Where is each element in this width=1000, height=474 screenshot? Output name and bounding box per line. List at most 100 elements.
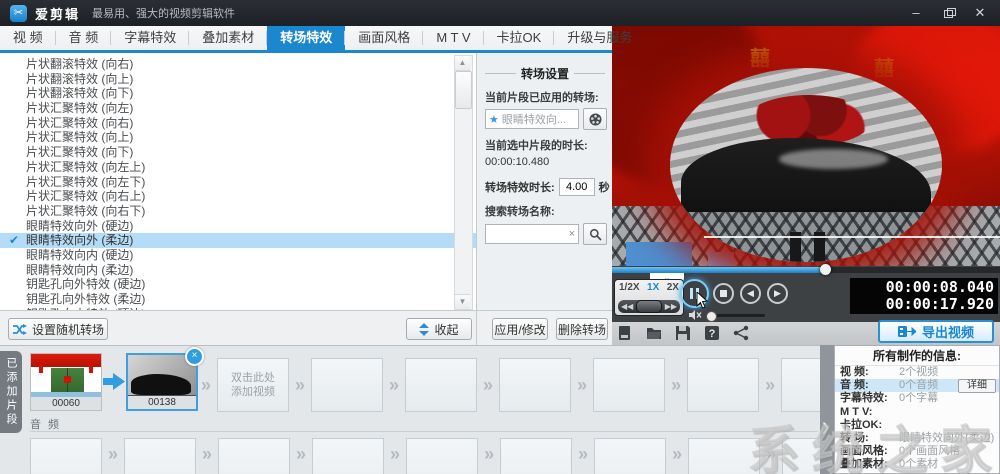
transition-list-item[interactable]: 眼睛特效向内 (柔边): [0, 263, 476, 278]
transition-list-item[interactable]: 眼睛特效向外 (柔边): [0, 233, 476, 248]
search-transition-input[interactable]: [486, 227, 578, 241]
rewind-icon[interactable]: ◀◀: [621, 302, 633, 311]
help-icon[interactable]: ?: [704, 325, 720, 341]
info-row: 叠加素材: 0个素材: [835, 458, 999, 471]
empty-video-slot[interactable]: [593, 358, 665, 412]
share-icon[interactable]: [733, 325, 749, 341]
transition-list-item[interactable]: 眼睛特效向内 (硬边): [0, 248, 476, 263]
info-row: 音 频: 0个音频 详细: [835, 379, 999, 392]
volume-slider[interactable]: [707, 314, 765, 317]
detail-button[interactable]: 详细: [958, 379, 996, 393]
menu-tab[interactable]: 叠加素材: [189, 26, 267, 50]
applied-transition-field[interactable]: ★ 眼睛特效向...: [485, 109, 579, 129]
prev-frame-button[interactable]: ◀: [740, 283, 761, 304]
chevron-separator-icon: »: [390, 444, 400, 465]
info-row: M T V:: [835, 406, 999, 419]
scrollbar-thumb[interactable]: [455, 71, 472, 109]
open-folder-icon[interactable]: [646, 325, 662, 341]
menu-tab[interactable]: 画面风格: [345, 26, 423, 50]
transition-list-item[interactable]: 片状汇聚特效 (向右): [0, 116, 476, 131]
clip-thumbnail-2-selected[interactable]: 00138 ×: [126, 353, 198, 411]
search-icon: [589, 228, 602, 241]
seek-knob[interactable]: [820, 264, 831, 275]
chevron-separator-icon: »: [671, 375, 681, 396]
close-button[interactable]: ✕: [972, 5, 988, 21]
empty-audio-slot[interactable]: [406, 438, 478, 474]
double-happiness-glyph: 囍: [874, 52, 894, 81]
new-project-icon[interactable]: [617, 325, 633, 341]
mute-icon[interactable]: [689, 310, 702, 320]
empty-video-slot[interactable]: [405, 358, 477, 412]
expand-panel-icon[interactable]: ❯: [821, 421, 830, 434]
scroll-up-icon[interactable]: ▲: [455, 56, 470, 71]
chevron-separator-icon: »: [578, 444, 588, 465]
shuttle-slider[interactable]: ◀◀ ▶▶: [618, 300, 680, 313]
transition-length-input[interactable]: [559, 178, 595, 196]
minimize-button[interactable]: –: [908, 5, 924, 21]
transition-picker-button[interactable]: [583, 108, 607, 130]
transition-list-item[interactable]: 眼睛特效向外 (硬边): [0, 219, 476, 234]
random-transition-button[interactable]: 设置随机转场: [8, 318, 108, 340]
next-frame-button[interactable]: ▶: [767, 283, 788, 304]
transition-list-item[interactable]: 片状翻滚特效 (向右): [0, 57, 476, 72]
menu-tab[interactable]: 字幕特效: [111, 26, 189, 50]
empty-video-slot[interactable]: [781, 358, 820, 412]
empty-audio-slot[interactable]: [218, 438, 290, 474]
transition-list-item[interactable]: 片状汇聚特效 (向下): [0, 145, 476, 160]
menu-tab[interactable]: 音 频: [56, 26, 112, 50]
collapse-button[interactable]: 收起: [406, 318, 472, 340]
forward-icon[interactable]: ▶▶: [665, 302, 677, 311]
delete-transition-button[interactable]: 删除转场: [556, 318, 608, 340]
transition-list-item[interactable]: 片状汇聚特效 (向左): [0, 101, 476, 116]
maximize-button[interactable]: [940, 5, 956, 21]
empty-audio-slot[interactable]: [782, 438, 820, 474]
settings-title: 转场设置: [485, 65, 605, 82]
clear-icon[interactable]: ×: [569, 228, 575, 240]
clip-thumbnail-1[interactable]: 00060: [30, 353, 102, 411]
volume-knob[interactable]: [706, 311, 717, 322]
menu-tab[interactable]: 转场特效: [267, 26, 345, 50]
menu-tab[interactable]: 视 频: [0, 26, 56, 50]
export-video-button[interactable]: 导出视频: [878, 320, 994, 343]
transition-list-item[interactable]: 片状汇聚特效 (向左上): [0, 160, 476, 175]
audio-track-label: 音 频: [30, 416, 818, 432]
speed-option[interactable]: 2X: [667, 282, 679, 293]
shuttle-knob[interactable]: [636, 300, 662, 313]
headlight-shine: [779, 149, 888, 168]
search-button[interactable]: [583, 223, 607, 245]
empty-audio-slot[interactable]: [30, 438, 102, 474]
speed-option[interactable]: 1X: [647, 282, 659, 293]
chevron-separator-icon: »: [389, 375, 399, 396]
menu-tab[interactable]: M T V: [423, 26, 483, 50]
transition-list-item[interactable]: 片状翻滚特效 (向下): [0, 86, 476, 101]
speed-option[interactable]: 1/2X: [619, 282, 640, 293]
chevron-separator-icon: »: [577, 375, 587, 396]
added-clips-tab[interactable]: 已添加片段: [0, 351, 22, 433]
transition-list-item[interactable]: 钥匙孔向外特效 (硬边): [0, 277, 476, 292]
empty-video-slot[interactable]: [311, 358, 383, 412]
video-preview: 囍 囍: [612, 26, 1000, 266]
empty-video-slot[interactable]: [499, 358, 571, 412]
transition-list-item[interactable]: 片状汇聚特效 (向左下): [0, 175, 476, 190]
transition-list-item[interactable]: 片状汇聚特效 (向上): [0, 130, 476, 145]
empty-audio-slot[interactable]: [312, 438, 384, 474]
menu-tab[interactable]: 卡拉OK: [484, 26, 555, 50]
transition-list-item[interactable]: 片状汇聚特效 (向右下): [0, 204, 476, 219]
transition-list-item[interactable]: 钥匙孔向外特效 (柔边): [0, 292, 476, 307]
transition-list-item[interactable]: 片状翻滚特效 (向上): [0, 72, 476, 87]
empty-audio-slot[interactable]: [124, 438, 196, 474]
save-icon[interactable]: [675, 325, 691, 341]
scroll-down-icon[interactable]: ▼: [455, 294, 470, 309]
transition-arrow-icon[interactable]: [103, 373, 125, 390]
empty-video-slot[interactable]: 双击此处 添加视频: [217, 358, 289, 412]
list-scrollbar[interactable]: ▲ ▼: [454, 55, 473, 310]
info-row: 画面风格: 0个画面风格: [835, 445, 999, 458]
menu-tab[interactable]: 升级与服务: [554, 26, 645, 50]
empty-audio-slot[interactable]: [500, 438, 572, 474]
stop-button[interactable]: [713, 283, 734, 304]
apply-modify-button[interactable]: 应用/修改: [492, 318, 548, 340]
empty-video-slot[interactable]: [687, 358, 759, 412]
transition-list-item[interactable]: 片状汇聚特效 (向右上): [0, 189, 476, 204]
empty-audio-slot[interactable]: [688, 438, 760, 474]
empty-audio-slot[interactable]: [594, 438, 666, 474]
